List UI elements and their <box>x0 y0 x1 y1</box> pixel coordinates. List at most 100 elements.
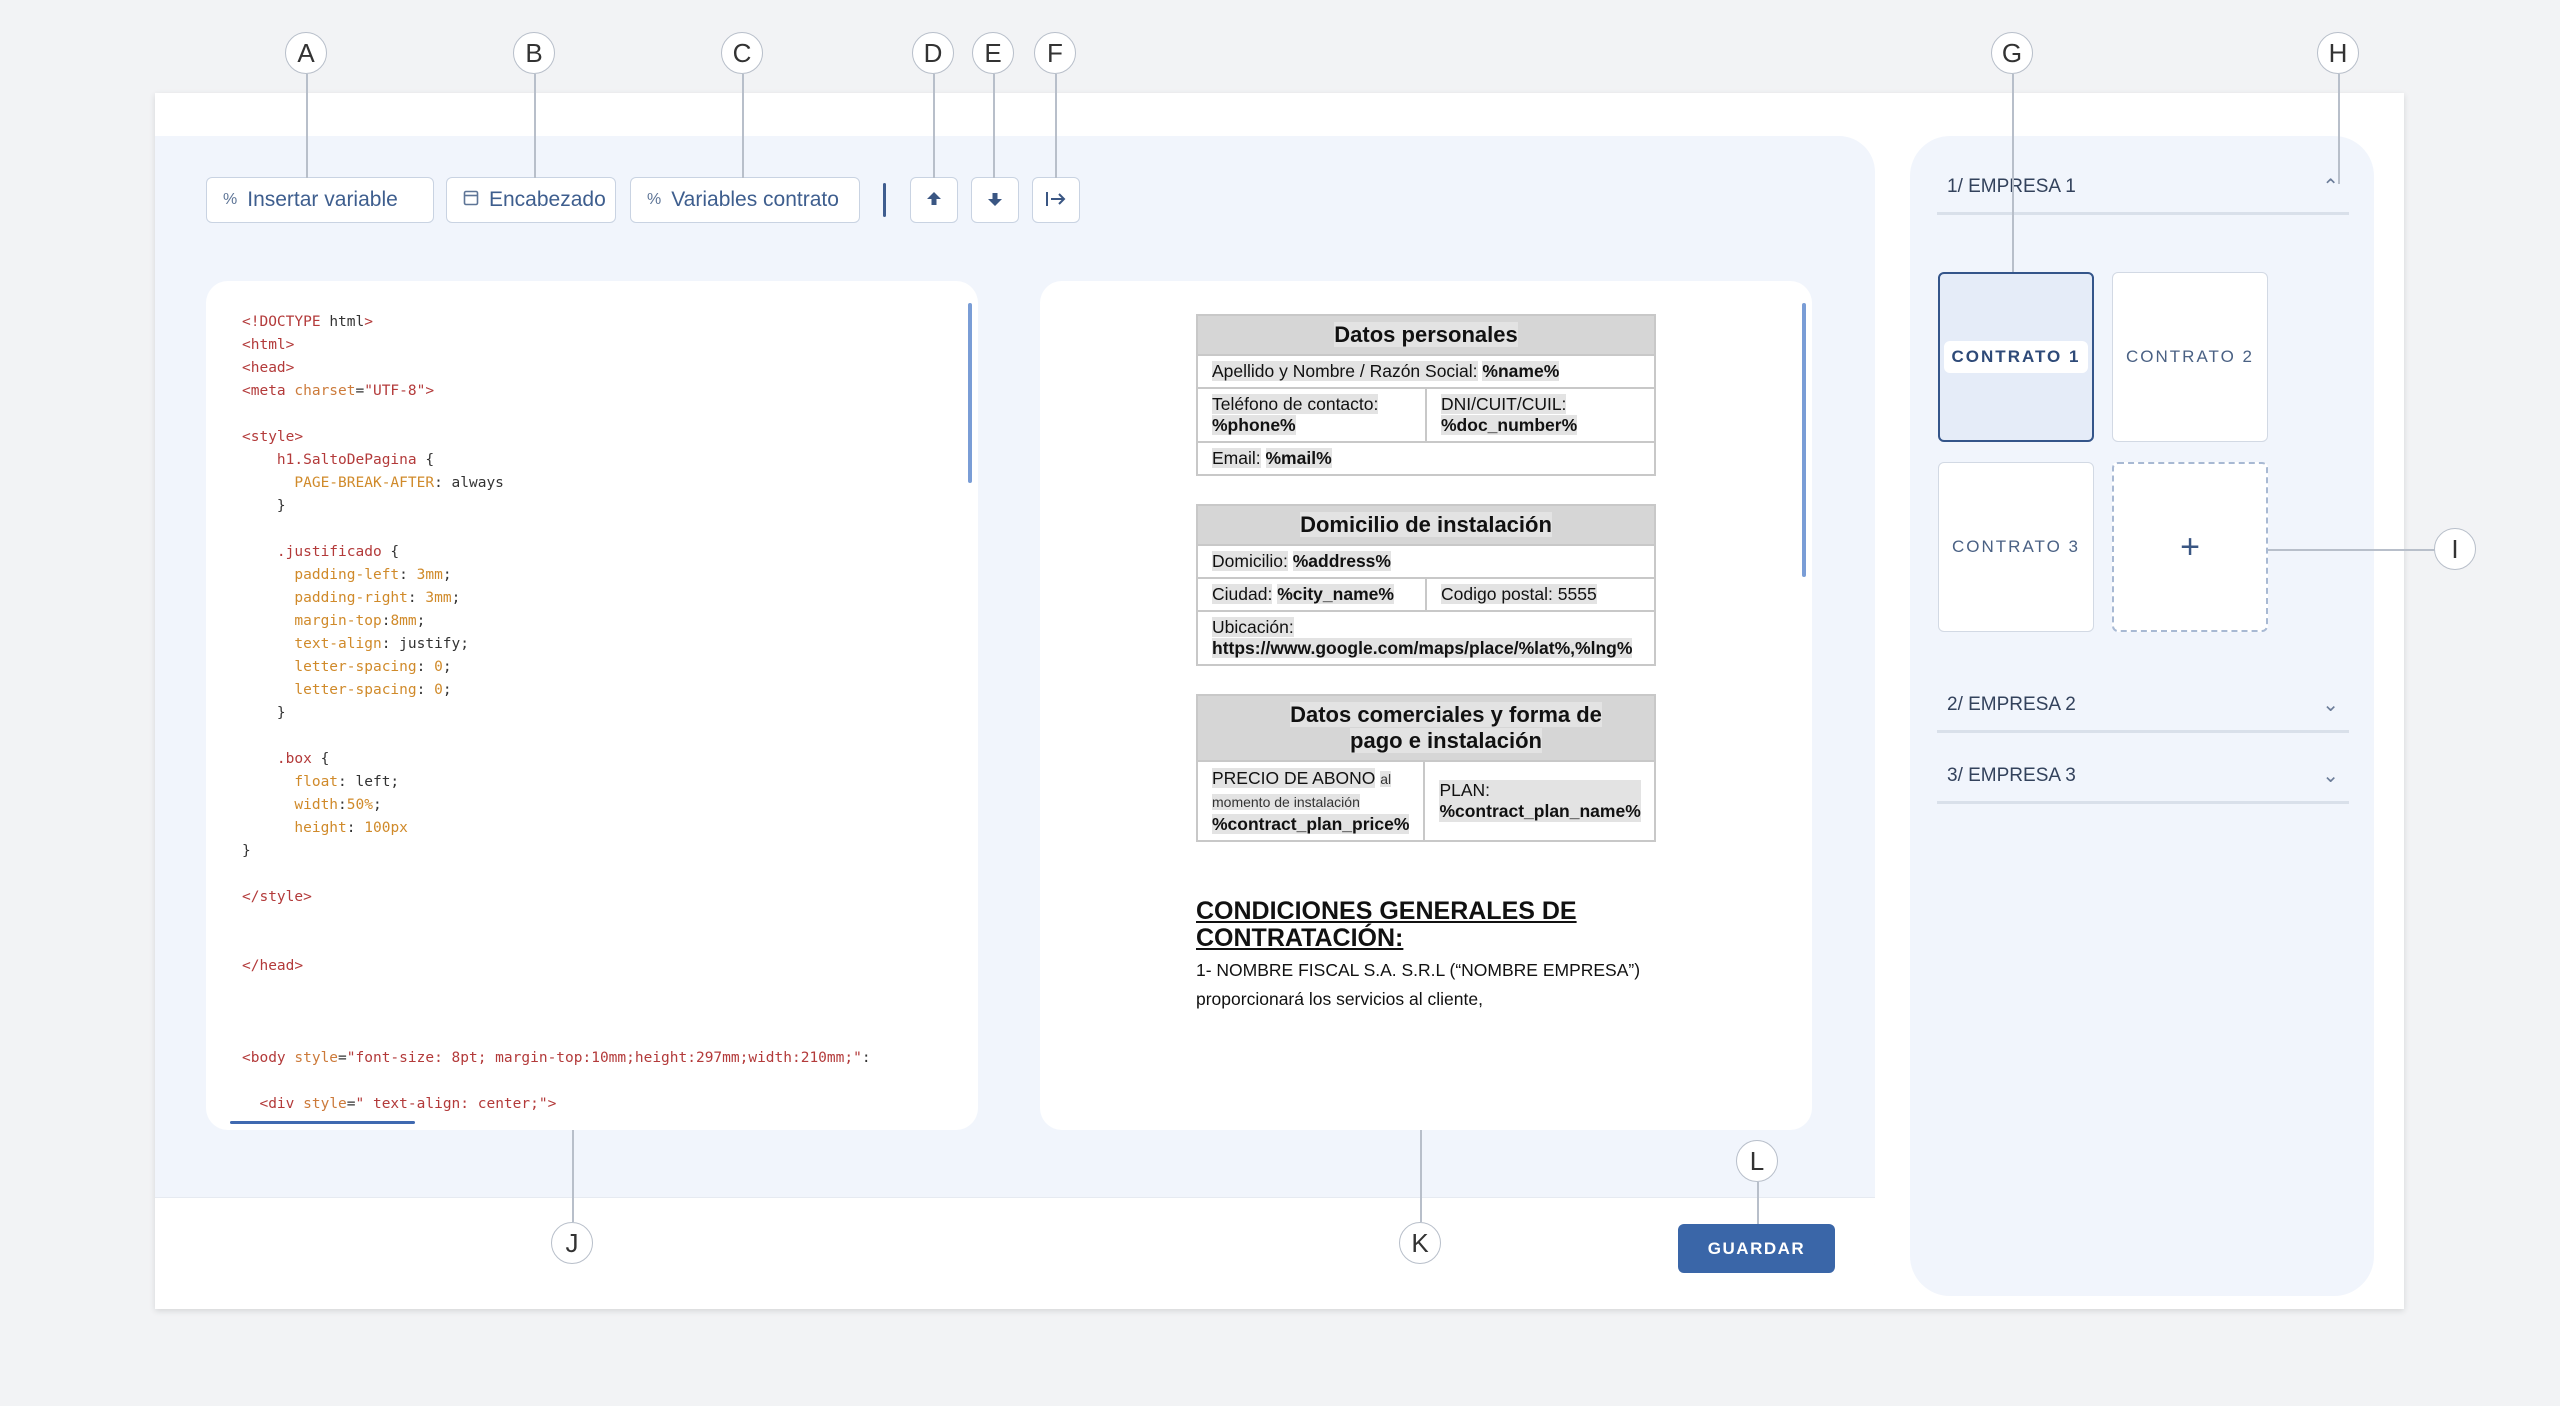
installation-title: Domicilio de instalación <box>1300 512 1552 537</box>
percent-icon: % <box>647 191 662 208</box>
callout-a: A <box>285 32 327 74</box>
doc-label: DNI/CUIT/CUIL: <box>1441 394 1567 414</box>
preview-document: Datos personales Apellido y Nombre / Raz… <box>1196 314 1656 1014</box>
phone-label: Teléfono de contacto: <box>1212 394 1379 414</box>
personal-data-table: Datos personales Apellido y Nombre / Raz… <box>1196 314 1656 476</box>
contract-3-label: CONTRATO 3 <box>1952 537 2080 556</box>
callout-d: D <box>912 32 954 74</box>
installation-address-table: Domicilio de instalación Domicilio: %add… <box>1196 504 1656 666</box>
save-button[interactable]: GUARDAR <box>1678 1224 1835 1273</box>
city-label: Ciudad: <box>1212 584 1273 604</box>
location-label: Ubicación: <box>1212 617 1294 637</box>
mail-variable: %mail% <box>1265 448 1332 468</box>
mail-label: Email: <box>1212 448 1261 468</box>
code-line: <style> <box>242 429 304 445</box>
company-accordion-3[interactable]: 3/ EMPRESA 3 ⌄ <box>1937 765 2349 804</box>
callout-b: B <box>513 32 555 74</box>
code-line: <!DOCTYPE html> <box>242 314 373 330</box>
callout-j: J <box>551 1222 593 1264</box>
code-line: </style> <box>242 889 312 905</box>
code-line: } <box>242 843 251 859</box>
city-variable: %city_name% <box>1277 584 1394 604</box>
plan-variable: %contract_plan_name% <box>1439 801 1641 822</box>
arrow-right-to-bar-icon <box>1045 190 1067 211</box>
contract-card-1[interactable]: CONTRATO 1 <box>1938 272 2094 442</box>
code-line: letter-spacing: 0; <box>294 682 452 698</box>
header-label: Encabezado <box>489 188 606 211</box>
percent-icon: % <box>223 191 238 208</box>
header-template-icon <box>463 190 479 211</box>
callout-i: I <box>2434 528 2476 570</box>
company-2-label: 2/ EMPRESA 2 <box>1947 694 2076 715</box>
code-line: <meta charset="UTF-8"> <box>242 383 435 399</box>
chevron-up-icon[interactable]: ⌃ <box>2322 174 2339 199</box>
code-line: .justificado { <box>276 544 400 560</box>
address-variable: %address% <box>1292 551 1391 571</box>
chevron-down-icon[interactable]: ⌄ <box>2322 692 2339 717</box>
contract-card-3[interactable]: CONTRATO 3 <box>1938 462 2094 632</box>
code-line: <div style=" text-align: center;"> <box>259 1096 557 1112</box>
contract-1-label: CONTRATO 1 <box>1943 341 2089 373</box>
preview-vertical-scrollbar[interactable] <box>1802 303 1806 577</box>
insert-variable-label: Insertar variable <box>247 188 398 211</box>
personal-data-title: Datos personales <box>1334 322 1518 347</box>
name-label: Apellido y Nombre / Razón Social: <box>1212 361 1478 381</box>
code-line: float: left; <box>294 774 400 790</box>
arrow-down-icon <box>986 190 1004 211</box>
add-contract-button[interactable]: + <box>2112 462 2268 632</box>
contract-variables-label: Variables contrato <box>671 188 839 211</box>
code-line: letter-spacing: 0; <box>294 659 452 675</box>
code-line: <html> <box>242 337 295 353</box>
code-line: height: 100px <box>294 820 408 836</box>
callout-h: H <box>2317 32 2359 74</box>
code-line: margin-top:8mm; <box>294 613 426 629</box>
company-3-label: 3/ EMPRESA 3 <box>1947 765 2076 786</box>
callout-g: G <box>1991 32 2033 74</box>
html-code-editor[interactable]: <!DOCTYPE html> <html> <head> <meta charset… <box>206 281 978 1130</box>
code-line: } <box>242 498 286 514</box>
insert-variable-button[interactable]: % Insertar variable <box>206 177 434 223</box>
contract-variables-button[interactable]: % Variables contrato <box>630 177 860 223</box>
callout-c: C <box>721 32 763 74</box>
code-horizontal-scrollbar[interactable] <box>230 1121 415 1124</box>
price-note-1: al <box>1380 771 1392 787</box>
code-vertical-scrollbar[interactable] <box>968 303 972 483</box>
code-line: padding-left: 3mm; <box>294 567 452 583</box>
name-variable: %name% <box>1482 361 1560 381</box>
callout-l: L <box>1736 1140 1778 1182</box>
document-preview: Datos personales Apellido y Nombre / Raz… <box>1040 281 1812 1130</box>
address-label: Domicilio: <box>1212 551 1288 571</box>
contract-card-2[interactable]: CONTRATO 2 <box>2112 272 2268 442</box>
code-line: text-align: justify; <box>294 636 470 652</box>
arrow-up-icon <box>925 190 943 211</box>
company-accordion-1[interactable]: 1/ EMPRESA 1 ⌃ <box>1937 176 2349 215</box>
code-line: </head> <box>242 958 304 974</box>
toolbar-separator <box>883 183 886 217</box>
plus-icon: + <box>2180 527 2200 566</box>
chevron-down-icon[interactable]: ⌄ <box>2322 763 2339 788</box>
code-line: } <box>242 705 286 721</box>
postal-code: Codigo postal: 5555 <box>1441 584 1597 604</box>
company-accordion-2[interactable]: 2/ EMPRESA 2 ⌄ <box>1937 694 2349 733</box>
code-line: h1.SaltoDePagina { <box>276 452 435 468</box>
callout-k: K <box>1399 1222 1441 1264</box>
commercial-data-table: Datos comerciales y forma de pago e inst… <box>1196 694 1656 842</box>
code-line: PAGE-BREAK-AFTER: always <box>294 475 504 491</box>
move-down-button[interactable] <box>971 177 1019 223</box>
location-variable: https://www.google.com/maps/place/%lat%,… <box>1212 638 1633 658</box>
code-line: padding-right: 3mm; <box>294 590 461 606</box>
header-button[interactable]: Encabezado <box>446 177 616 223</box>
contract-2-label: CONTRATO 2 <box>2126 347 2254 366</box>
code-line: width:50%; <box>294 797 382 813</box>
move-up-button[interactable] <box>910 177 958 223</box>
indent-button[interactable] <box>1032 177 1080 223</box>
